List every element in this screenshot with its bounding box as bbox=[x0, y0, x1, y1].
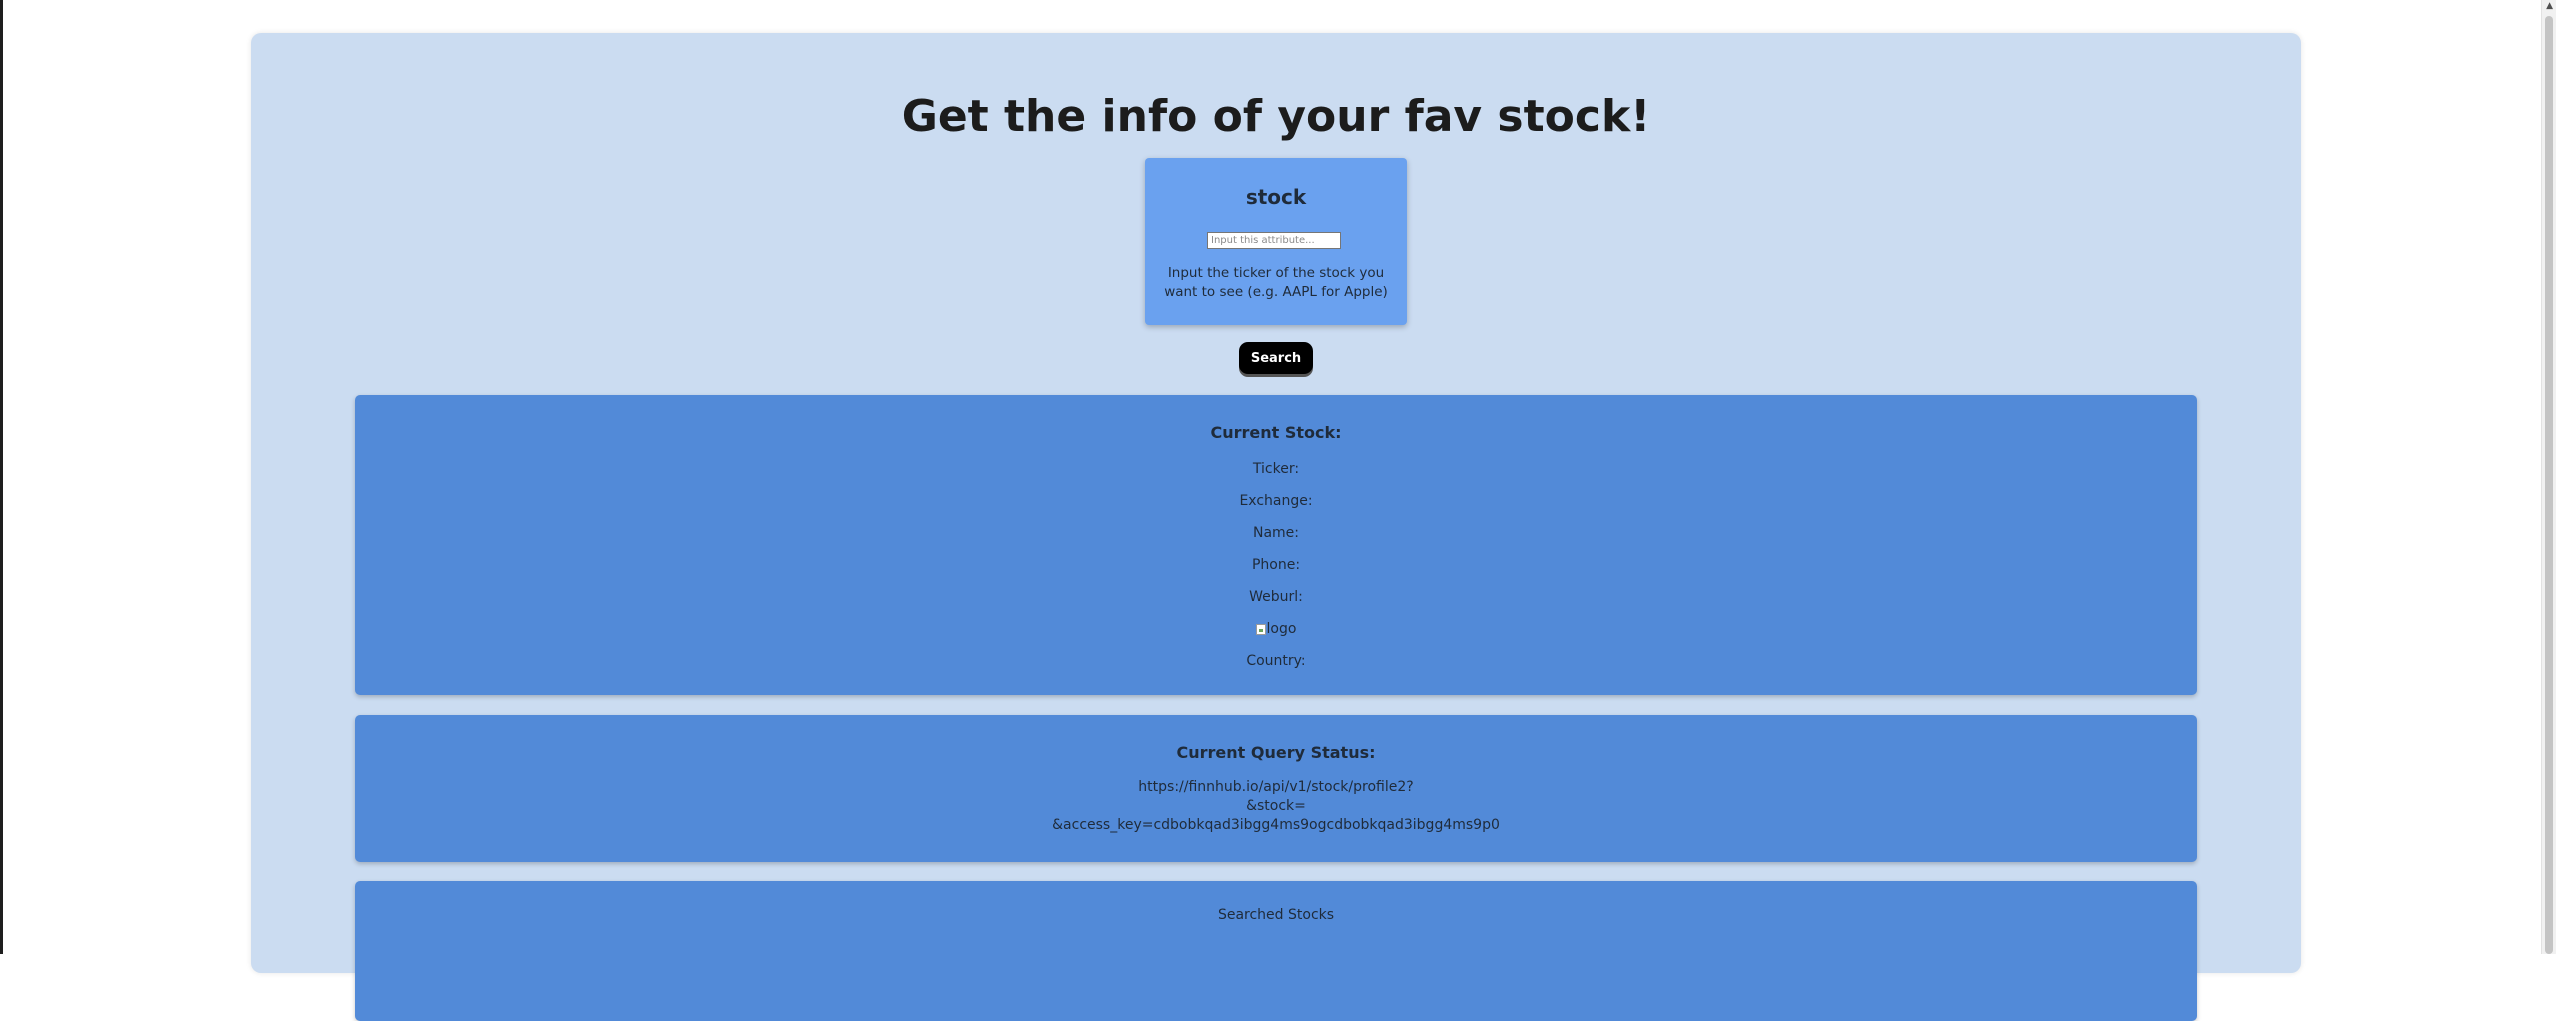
broken-image-icon bbox=[1255, 623, 1266, 635]
logo-row: logo bbox=[355, 621, 2197, 639]
exchange-label: Exchange: bbox=[1239, 493, 1313, 509]
scroll-up-arrow-icon[interactable]: ▲ bbox=[2546, 2, 2553, 11]
current-stock-heading: Current Stock: bbox=[1210, 423, 1342, 442]
attribute-card: stock Input the ticker of the stock you … bbox=[1145, 158, 1407, 325]
attribute-name: stock bbox=[1245, 185, 1307, 209]
query-status-heading: Current Query Status: bbox=[1176, 743, 1376, 762]
stock-logo-image: logo bbox=[1255, 621, 1297, 637]
name-label: Name: bbox=[1252, 525, 1300, 541]
country-label: Country: bbox=[1246, 653, 1306, 669]
query-stock-param: &stock= bbox=[1246, 798, 1306, 814]
page-title: Get the info of your fav stock! bbox=[901, 91, 1651, 142]
name-row: Name: bbox=[355, 525, 2197, 541]
query-url-line: https://finnhub.io/api/v1/stock/profile2… bbox=[1138, 779, 1414, 795]
country-row: Country: bbox=[355, 653, 2197, 669]
query-access-key: &access_key=cdbobkqad3ibgg4ms9ogcdbobkqa… bbox=[1052, 817, 1500, 833]
phone-row: Phone: bbox=[355, 557, 2197, 573]
phone-label: Phone: bbox=[1251, 557, 1301, 573]
logo-alt-text: logo bbox=[1266, 621, 1297, 637]
search-button[interactable]: Search bbox=[1239, 342, 1313, 374]
vertical-scrollbar[interactable]: ▲ bbox=[2541, 0, 2556, 954]
query-status-card: Current Query Status: https://finnhub.io… bbox=[355, 715, 2197, 862]
stock-input[interactable] bbox=[1207, 232, 1341, 249]
weburl-label: Weburl: bbox=[1249, 589, 1303, 605]
scrollbar-thumb[interactable] bbox=[2545, 16, 2553, 954]
exchange-row: Exchange: bbox=[355, 493, 2197, 509]
window-left-edge bbox=[0, 0, 3, 954]
ticker-row: Ticker: bbox=[355, 461, 2197, 477]
searched-stocks-card: Searched Stocks bbox=[355, 881, 2197, 1021]
ticker-label: Ticker: bbox=[1252, 461, 1300, 477]
searched-stocks-heading: Searched Stocks bbox=[1217, 907, 1335, 923]
weburl-row: Weburl: bbox=[355, 589, 2197, 605]
main-container: Get the info of your fav stock! stock In… bbox=[251, 33, 2301, 1021]
attribute-help-text: Input the ticker of the stock you want t… bbox=[1164, 265, 1388, 300]
current-stock-card: Current Stock: Ticker: Exchange: Name: P… bbox=[355, 395, 2197, 695]
